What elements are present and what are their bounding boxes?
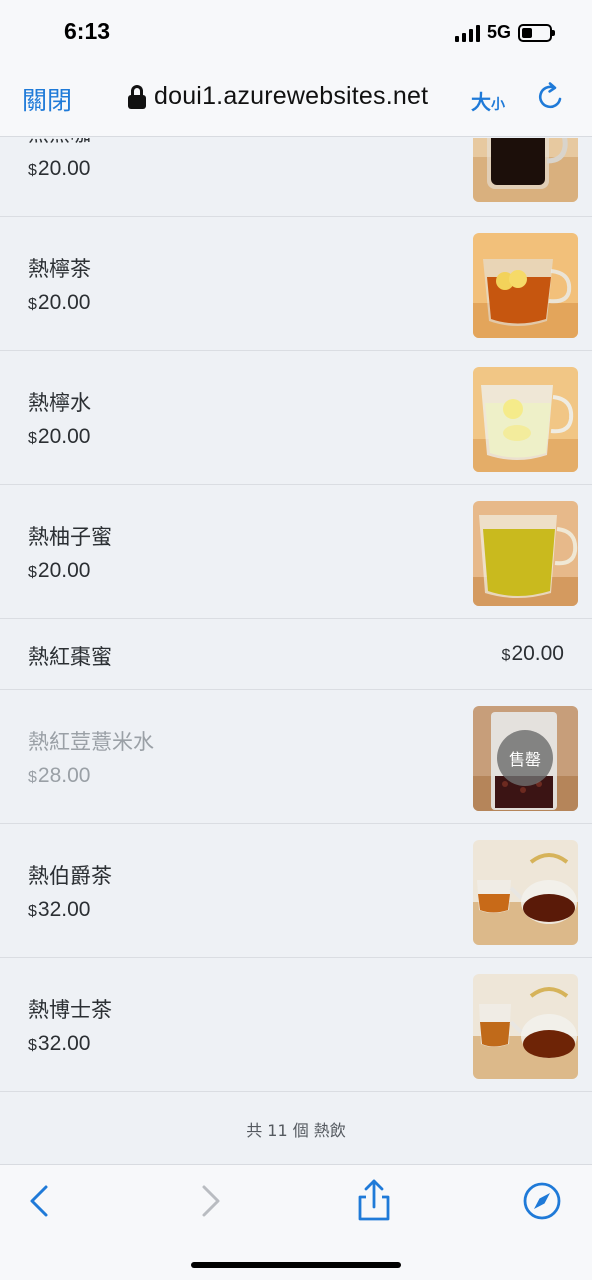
menu-item[interactable]: 熱柚子蜜 $20.00 — [0, 485, 592, 619]
status-bar: 6:13 5G — [0, 0, 592, 64]
item-image — [473, 501, 578, 606]
item-price-currency: $ — [28, 564, 37, 581]
item-price-value: 20.00 — [511, 642, 564, 665]
item-name: 熱紅棗蜜 — [28, 645, 112, 669]
item-name: 熱黑咖 — [28, 138, 91, 148]
item-price-value: 20.00 — [37, 425, 91, 448]
compass-icon[interactable] — [520, 1179, 564, 1223]
back-icon[interactable] — [18, 1179, 62, 1223]
item-price: $20.00 — [28, 425, 90, 449]
menu-item[interactable]: 熱檸水 $20.00 — [0, 351, 592, 485]
address-bar[interactable]: doui1.azurewebsites.net — [128, 82, 428, 111]
menu-item[interactable]: 熱黑咖 $20.00 — [0, 138, 592, 217]
item-price: $20.00 — [502, 642, 564, 666]
item-price-currency: $ — [28, 1037, 37, 1054]
item-price-value: 32.00 — [37, 898, 91, 921]
item-name: 熱檸水 — [28, 391, 91, 415]
item-price-currency: $ — [28, 769, 37, 786]
cellular-signal-icon — [454, 24, 480, 42]
item-price: $20.00 — [28, 559, 90, 583]
network-type: 5G — [486, 22, 511, 42]
item-name: 熱伯爵茶 — [28, 864, 112, 888]
item-image — [473, 367, 578, 472]
menu-item[interactable]: 熱紅棗蜜 $20.00 — [0, 619, 592, 690]
item-price-currency: $ — [501, 647, 511, 664]
item-price-currency: $ — [28, 162, 37, 179]
item-price-currency: $ — [28, 903, 37, 920]
text-size-button[interactable]: 大小 — [471, 86, 505, 115]
url-text: doui1.azurewebsites.net — [154, 82, 429, 110]
sold-out-badge: 售罄 — [497, 730, 553, 786]
menu-item-sold-out[interactable]: 熱紅荳薏米水 $28.00 售罄 — [0, 690, 592, 824]
item-name: 熱博士茶 — [28, 998, 112, 1022]
text-size-small-label: 小 — [491, 97, 505, 113]
reload-icon[interactable] — [536, 82, 566, 112]
battery-icon — [518, 23, 555, 42]
item-image — [473, 974, 578, 1079]
status-indicators: 5G — [454, 22, 555, 43]
item-price-value: 28.00 — [37, 764, 91, 787]
item-price-value: 32.00 — [37, 1032, 91, 1055]
item-price-currency: $ — [28, 296, 37, 313]
forward-icon[interactable] — [188, 1179, 232, 1223]
item-name: 熱柚子蜜 — [28, 525, 112, 549]
menu-item[interactable]: 熱伯爵茶 $32.00 — [0, 824, 592, 958]
browser-nav-bar: 關閉 doui1.azurewebsites.net 大小 — [0, 64, 592, 137]
home-indicator — [191, 1262, 401, 1268]
item-price-currency: $ — [28, 430, 37, 447]
menu-item[interactable]: 熱博士茶 $32.00 — [0, 958, 592, 1092]
total-count: 共 11 個 熱飲 — [246, 1121, 346, 1140]
item-name: 熱檸茶 — [28, 257, 91, 281]
item-name: 熱紅荳薏米水 — [28, 730, 154, 754]
lock-icon — [128, 84, 146, 109]
item-price-value: 20.00 — [37, 291, 91, 314]
share-icon[interactable] — [352, 1179, 396, 1223]
menu-item[interactable]: 熱檸茶 $20.00 — [0, 217, 592, 351]
item-image — [473, 233, 578, 338]
menu-list: 熱黑咖 $20.00 熱檸茶 $20.00 — [0, 138, 592, 1092]
item-price: $20.00 — [28, 157, 90, 181]
item-price: $28.00 — [28, 764, 90, 788]
close-button[interactable]: 關閉 — [22, 81, 72, 117]
item-price-value: 20.00 — [37, 157, 91, 180]
status-time: 6:13 — [64, 18, 111, 44]
item-image: 售罄 — [473, 706, 578, 811]
item-price: $32.00 — [28, 1032, 90, 1056]
item-image — [473, 840, 578, 945]
item-price-value: 20.00 — [37, 559, 91, 582]
text-size-big-label: 大 — [471, 90, 491, 114]
item-price: $20.00 — [28, 291, 90, 315]
item-image — [473, 138, 578, 202]
item-price: $32.00 — [28, 898, 90, 922]
